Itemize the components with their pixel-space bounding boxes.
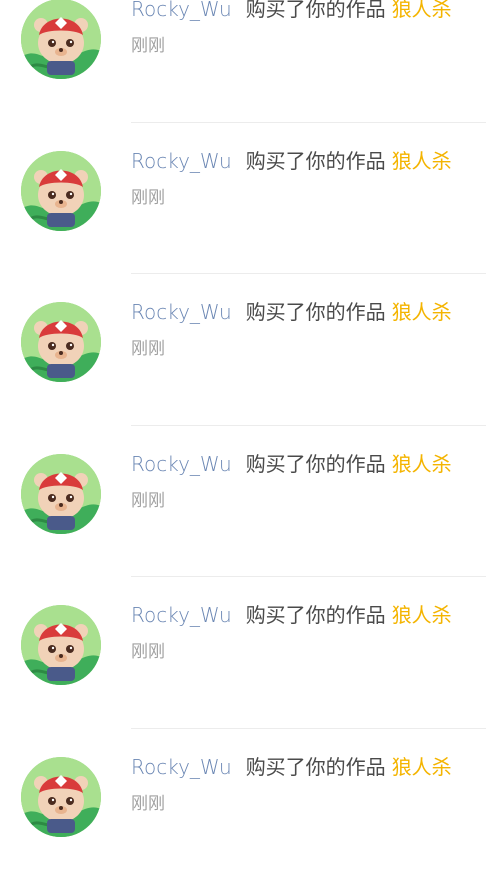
timestamp: 刚刚 <box>131 489 165 513</box>
notification-item[interactable]: Rocky_Wu 购买了你的作品狼人杀 刚刚 <box>0 426 486 578</box>
bear-avatar-icon[interactable] <box>21 302 101 382</box>
timestamp: 刚刚 <box>131 337 165 361</box>
bear-avatar-icon[interactable] <box>21 454 101 534</box>
bear-avatar-icon[interactable] <box>21 151 101 231</box>
action-text: 购买了你的作品 <box>246 603 386 627</box>
username-link[interactable]: Rocky_Wu <box>131 603 232 627</box>
username-link[interactable]: Rocky_Wu <box>131 452 232 476</box>
bear-avatar-icon[interactable] <box>21 605 101 685</box>
action-text: 购买了你的作品 <box>246 755 386 779</box>
timestamp: 刚刚 <box>131 34 165 58</box>
timestamp: 刚刚 <box>131 640 165 664</box>
bear-avatar-icon[interactable] <box>21 0 101 79</box>
notification-item[interactable]: Rocky_Wu 购买了你的作品狼人杀 刚刚 <box>0 577 486 729</box>
timestamp: 刚刚 <box>131 186 165 210</box>
timestamp: 刚刚 <box>131 792 165 816</box>
notification-text: Rocky_Wu 购买了你的作品狼人杀 <box>131 298 452 326</box>
username-link[interactable]: Rocky_Wu <box>131 149 232 173</box>
work-title-link[interactable]: 狼人杀 <box>392 452 452 476</box>
action-text: 购买了你的作品 <box>246 0 386 21</box>
notification-item[interactable]: Rocky_Wu 购买了你的作品狼人杀 刚刚 <box>0 123 486 275</box>
work-title-link[interactable]: 狼人杀 <box>392 603 452 627</box>
username-link[interactable]: Rocky_Wu <box>131 300 232 324</box>
notification-item[interactable]: Rocky_Wu 购买了你的作品狼人杀 刚刚 <box>0 274 486 426</box>
work-title-link[interactable]: 狼人杀 <box>392 755 452 779</box>
notification-text: Rocky_Wu 购买了你的作品狼人杀 <box>131 450 452 478</box>
work-title-link[interactable]: 狼人杀 <box>392 0 452 21</box>
action-text: 购买了你的作品 <box>246 300 386 324</box>
action-text: 购买了你的作品 <box>246 452 386 476</box>
notification-text: Rocky_Wu 购买了你的作品狼人杀 <box>131 601 452 629</box>
username-link[interactable]: Rocky_Wu <box>131 0 232 21</box>
notification-text: Rocky_Wu 购买了你的作品狼人杀 <box>131 147 452 175</box>
action-text: 购买了你的作品 <box>246 149 386 173</box>
notification-item[interactable]: Rocky_Wu 购买了你的作品狼人杀 刚刚 <box>0 729 486 880</box>
work-title-link[interactable]: 狼人杀 <box>392 300 452 324</box>
notification-item[interactable]: Rocky_Wu 购买了你的作品狼人杀 刚刚 <box>0 0 486 123</box>
notification-list: Rocky_Wu购买了你的作品狼人杀 刚刚 <box>0 0 486 880</box>
bear-avatar-icon[interactable] <box>21 757 101 837</box>
username-link[interactable]: Rocky_Wu <box>131 755 232 779</box>
work-title-link[interactable]: 狼人杀 <box>392 149 452 173</box>
notification-text: Rocky_Wu 购买了你的作品狼人杀 <box>131 0 452 23</box>
notification-text: Rocky_Wu 购买了你的作品狼人杀 <box>131 753 452 781</box>
